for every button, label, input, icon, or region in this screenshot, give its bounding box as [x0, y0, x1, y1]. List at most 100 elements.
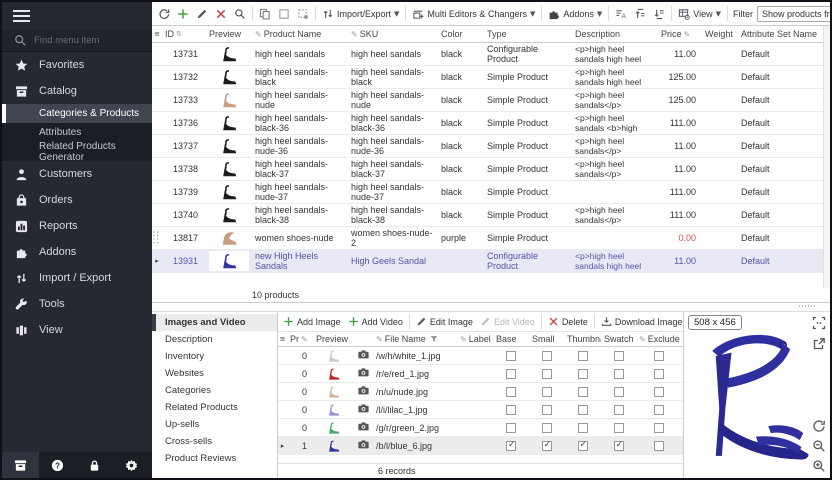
- exclude-checkbox[interactable]: [636, 387, 682, 397]
- swatch-checkbox[interactable]: [601, 423, 636, 433]
- column-header-preview[interactable]: Preview: [206, 29, 252, 39]
- base-checkbox[interactable]: [493, 387, 529, 397]
- store-manager-button[interactable]: [2, 452, 39, 478]
- grid-corner-icon[interactable]: ≡: [278, 335, 287, 343]
- small-checkbox[interactable]: [529, 369, 564, 379]
- collapse-rows-button[interactable]: [650, 6, 668, 22]
- exclude-checkbox[interactable]: [636, 441, 682, 451]
- base-checkbox[interactable]: [493, 351, 529, 361]
- search-products-button[interactable]: [231, 6, 249, 22]
- exclude-checkbox[interactable]: [636, 351, 682, 361]
- splitter-handle-icon[interactable]: ⋯⋯: [798, 305, 816, 309]
- panel-tab[interactable]: Websites: [152, 365, 277, 382]
- base-checkbox[interactable]: [493, 423, 529, 433]
- exclude-checkbox[interactable]: [636, 369, 682, 379]
- base-checkbox[interactable]: [493, 405, 529, 415]
- edit-video-button[interactable]: Edit Video: [477, 314, 538, 329]
- column-header-position[interactable]: Pr✎: [287, 334, 313, 344]
- help-button[interactable]: ?: [39, 452, 76, 478]
- menu-toggle-button[interactable]: [2, 2, 152, 30]
- expand-rows-button[interactable]: [631, 6, 649, 22]
- image-row[interactable]: 0 /w/h/white_1.jpg: [278, 347, 683, 365]
- column-header-sku[interactable]: ✎SKU: [348, 29, 438, 39]
- swatch-checkbox[interactable]: [601, 441, 636, 451]
- swatch-checkbox[interactable]: [601, 351, 636, 361]
- swatch-checkbox[interactable]: [601, 369, 636, 379]
- sidebar-item-tools[interactable]: Tools: [2, 291, 152, 317]
- panel-tab[interactable]: Related Products: [152, 399, 277, 416]
- product-row[interactable]: 13733 high heel sandals-nude high heel s…: [152, 89, 823, 112]
- image-row[interactable]: 1 /b/l/blue_6.jpg: [278, 437, 683, 455]
- column-header-description[interactable]: Description: [572, 29, 658, 39]
- delete-image-button[interactable]: Delete: [545, 314, 591, 329]
- column-header-color[interactable]: Color: [438, 29, 484, 39]
- vertical-scrollbar[interactable]: [823, 26, 830, 288]
- checkbox-select-button[interactable]: [275, 6, 293, 22]
- product-row[interactable]: 13740 high heel sandals-black-38 high he…: [152, 204, 823, 227]
- sidebar-item-categories-products[interactable]: Categories & Products: [2, 104, 152, 123]
- add-video-button[interactable]: Add Video: [345, 314, 406, 329]
- thumbnail-checkbox[interactable]: [564, 351, 601, 361]
- panel-tab[interactable]: Inventory: [152, 348, 277, 365]
- copy-button[interactable]: [256, 6, 274, 22]
- small-checkbox[interactable]: [529, 423, 564, 433]
- edit-product-button[interactable]: [193, 6, 211, 22]
- panel-tab[interactable]: Up-sells: [152, 416, 277, 433]
- sidebar-item-customers[interactable]: Customers: [2, 161, 152, 187]
- menu-search[interactable]: [2, 30, 152, 52]
- select-region-button[interactable]: [294, 6, 312, 22]
- small-checkbox[interactable]: [529, 387, 564, 397]
- exclude-checkbox[interactable]: [636, 423, 682, 433]
- download-image-button[interactable]: Download Image: [598, 314, 683, 329]
- delete-product-button[interactable]: [212, 6, 230, 22]
- sidebar-item-related-products-generator[interactable]: Related Products Generator: [2, 142, 152, 161]
- import-export-button[interactable]: Import/Export▼: [319, 6, 402, 22]
- exclude-checkbox[interactable]: [636, 405, 682, 415]
- panel-tab[interactable]: Cross-sells: [152, 433, 277, 450]
- column-header-exclude[interactable]: ✎Exclude: [636, 334, 682, 344]
- menu-search-input[interactable]: [34, 35, 134, 46]
- thumbnail-checkbox[interactable]: [564, 441, 601, 451]
- sidebar-item-reports[interactable]: Reports: [2, 213, 152, 239]
- product-row[interactable]: 13931 new High Heels Sandals High Geels …: [152, 250, 823, 273]
- grid-corner-icon[interactable]: ≡: [152, 30, 162, 38]
- sidebar-item-favorites[interactable]: Favorites: [2, 52, 152, 78]
- horizontal-splitter[interactable]: ⋯⋯: [152, 303, 830, 312]
- product-row[interactable]: 13817 women shoes-nude women shoes-nude-…: [152, 227, 823, 250]
- swatch-checkbox[interactable]: [601, 387, 636, 397]
- refresh-image-icon[interactable]: [812, 419, 826, 433]
- zoom-in-icon[interactable]: [812, 459, 826, 473]
- image-row[interactable]: 0 /g/r/green_2.jpg: [278, 419, 683, 437]
- column-header-thumbnail[interactable]: Thumbna: [564, 334, 601, 344]
- product-row[interactable]: 13739 high heel sandals-nude-37 high hee…: [152, 181, 823, 204]
- swatch-checkbox[interactable]: [601, 405, 636, 415]
- column-header-label[interactable]: ✎Label: [457, 334, 493, 344]
- settings-button[interactable]: [113, 452, 150, 478]
- panel-tab[interactable]: Product Reviews: [152, 450, 277, 467]
- image-row[interactable]: 0 /n/u/nude.jpg: [278, 383, 683, 401]
- addons-button[interactable]: Addons▼: [545, 6, 605, 22]
- product-row[interactable]: 13737 high heel sandals-nude-36 high hee…: [152, 135, 823, 158]
- small-checkbox[interactable]: [529, 405, 564, 415]
- sidebar-item-import-export[interactable]: Import / Export: [2, 265, 152, 291]
- small-checkbox[interactable]: [529, 441, 564, 451]
- base-checkbox[interactable]: [493, 441, 529, 451]
- product-row[interactable]: 13736 high heel sandals-black-36 high he…: [152, 112, 823, 135]
- sidebar-item-orders[interactable]: Orders: [2, 187, 152, 213]
- column-header-price[interactable]: Price✎: [658, 29, 702, 39]
- column-header-swatch[interactable]: Swatch: [601, 334, 636, 344]
- add-image-button[interactable]: Add Image: [280, 314, 344, 329]
- sidebar-item-addons[interactable]: Addons: [2, 239, 152, 265]
- sidebar-splitter-handle[interactable]: ∷∷: [153, 232, 159, 246]
- product-row[interactable]: 13738 high heel sandals-black-37 high he…: [152, 158, 823, 181]
- refresh-button[interactable]: [155, 6, 173, 22]
- panel-tab[interactable]: Description: [152, 331, 277, 348]
- add-product-button[interactable]: [174, 6, 192, 22]
- base-checkbox[interactable]: [493, 369, 529, 379]
- sidebar-item-attributes[interactable]: Attributes: [2, 123, 152, 142]
- column-header-base[interactable]: Base: [493, 334, 529, 344]
- thumbnail-checkbox[interactable]: [564, 405, 601, 415]
- column-header-attribute-set[interactable]: Attribute Set Name: [738, 29, 823, 39]
- open-external-icon[interactable]: [812, 337, 826, 351]
- column-header-type[interactable]: Type: [484, 29, 572, 39]
